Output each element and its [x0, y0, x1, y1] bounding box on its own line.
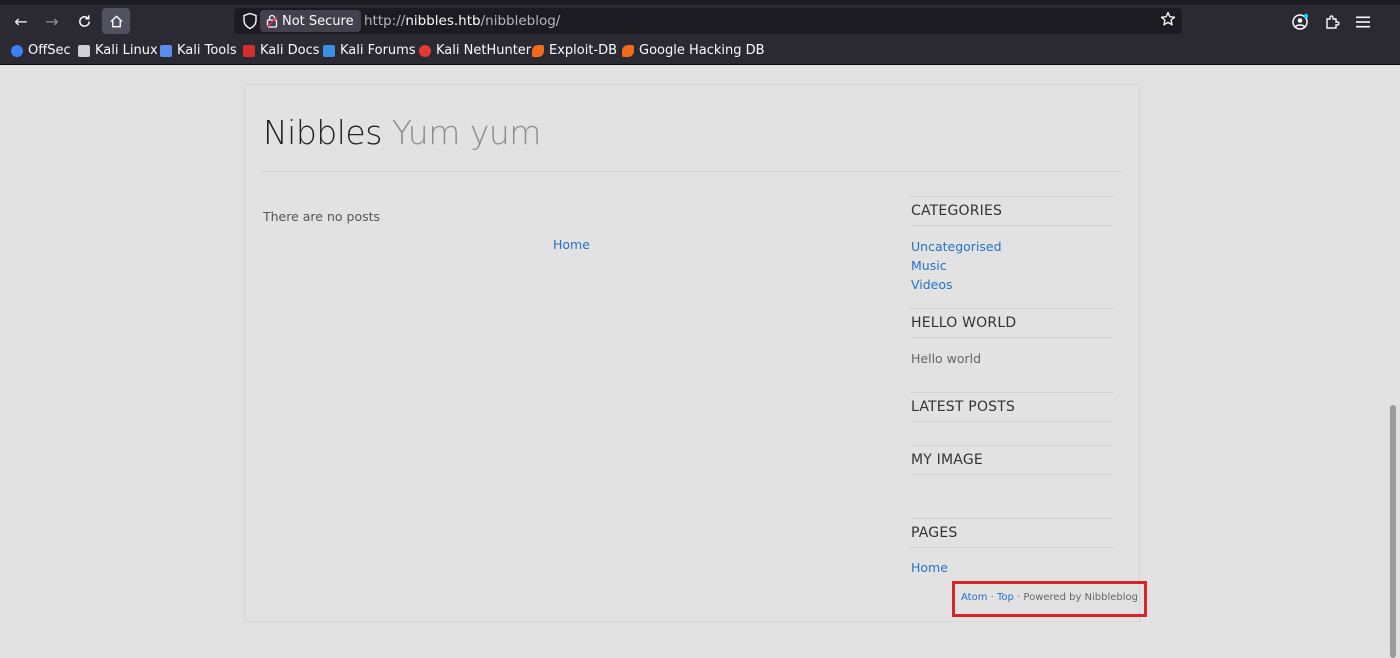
kali-forums-icon: [323, 44, 335, 57]
sidebar-pages: PAGES Home: [911, 518, 1113, 577]
url-scheme: http://: [364, 13, 406, 29]
sidebar-hello-world: HELLO WORLD Hello world: [911, 308, 1113, 366]
sidebar-my-image: MY IMAGE: [911, 445, 1113, 475]
reload-button[interactable]: [70, 8, 98, 34]
bookmark-label: Google Hacking DB: [639, 43, 765, 58]
browser-toolbar: ← → Not Secure http://nibbles.htb/nibble…: [0, 5, 1400, 37]
latest-posts-heading: LATEST POSTS: [911, 399, 1016, 415]
bookmark-kali-linux[interactable]: Kali Linux: [78, 43, 158, 58]
kali-dragon-icon: [78, 44, 90, 57]
home-icon: [109, 14, 123, 27]
account-icon: [1292, 13, 1309, 30]
pages-heading: PAGES: [911, 525, 958, 541]
sidebar-divider: [911, 308, 1113, 309]
offsec-icon: [11, 44, 23, 57]
kali-nethunter-icon: [419, 44, 431, 57]
puzzle-piece-icon: [1326, 15, 1340, 29]
home-link[interactable]: Home: [553, 237, 590, 252]
kali-tools-icon: [160, 44, 172, 57]
bookmark-star-button[interactable]: [1160, 11, 1176, 31]
not-secure-indicator[interactable]: Not Secure: [260, 10, 361, 32]
site-title: Nibbles Yum yum: [263, 113, 541, 152]
arrow-right-icon: →: [45, 11, 59, 31]
hamburger-menu-icon: [1356, 16, 1370, 28]
page-link-home[interactable]: Home: [911, 558, 1113, 577]
site-slogan: Yum yum: [391, 113, 542, 152]
menu-button[interactable]: [1353, 12, 1373, 32]
kali-docs-icon: [243, 44, 255, 57]
tracking-protection-shield-icon[interactable]: [242, 12, 258, 30]
category-link-music[interactable]: Music: [911, 256, 1113, 275]
sidebar-categories: CATEGORIES Uncategorised Music Videos: [911, 196, 1113, 294]
bookmark-kali-tools[interactable]: Kali Tools: [160, 43, 237, 58]
bookmark-exploit-db[interactable]: Exploit-DB: [532, 43, 617, 58]
sidebar-divider: [911, 337, 1113, 338]
sidebar-divider: [911, 196, 1113, 197]
site-name: Nibbles: [263, 113, 382, 152]
reload-icon: [78, 14, 90, 27]
bookmark-kali-forums[interactable]: Kali Forums: [323, 43, 416, 58]
bookmark-label: Exploit-DB: [549, 43, 618, 58]
back-button[interactable]: ←: [7, 8, 35, 34]
page-scrollbar-thumb[interactable]: [1390, 405, 1396, 658]
bookmark-kali-nethunter[interactable]: Kali NetHunter: [419, 43, 531, 58]
url-bar[interactable]: Not Secure http://nibbles.htb/nibbleblog…: [234, 8, 1182, 34]
header-divider: [263, 171, 1121, 172]
sidebar-divider: [911, 225, 1113, 226]
sidebar-divider: [911, 392, 1113, 393]
no-posts-message: There are no posts: [263, 209, 381, 224]
url-host: nibbles.htb: [405, 13, 481, 29]
url-path: /nibbleblog/: [480, 13, 561, 29]
google-hacking-db-icon: [622, 44, 634, 57]
blog-container: Nibbles Yum yum There are no posts Home …: [244, 84, 1140, 622]
sidebar-divider: [911, 547, 1113, 548]
bookmark-label: Kali Tools: [177, 43, 237, 58]
bookmark-kali-docs[interactable]: Kali Docs: [243, 43, 320, 58]
extensions-button[interactable]: [1322, 12, 1342, 32]
category-link-videos[interactable]: Videos: [911, 275, 1113, 294]
bookmarks-toolbar: OffSec Kali Linux Kali Tools Kali Docs K…: [0, 37, 1400, 65]
categories-heading: CATEGORIES: [911, 203, 1003, 219]
bookmark-offsec[interactable]: OffSec: [11, 43, 71, 58]
bookmark-label: OffSec: [28, 43, 71, 58]
sidebar-divider: [911, 445, 1113, 446]
sidebar-divider: [911, 474, 1113, 475]
home-button[interactable]: [102, 8, 130, 34]
bookmark-label: Kali Forums: [340, 43, 416, 58]
sidebar-divider: [911, 421, 1113, 422]
star-icon: [1160, 11, 1176, 26]
highlight-annotation-box: [952, 581, 1147, 617]
bookmark-label: Kali Linux: [95, 43, 158, 58]
url-text[interactable]: http://nibbles.htb/nibbleblog/: [364, 13, 560, 29]
bookmark-label: Kali NetHunter: [436, 43, 532, 58]
sidebar-latest-posts: LATEST POSTS: [911, 392, 1113, 422]
category-link-uncategorised[interactable]: Uncategorised: [911, 237, 1113, 256]
my-image-heading: MY IMAGE: [911, 452, 983, 468]
arrow-left-icon: ←: [14, 11, 28, 31]
bookmark-label: Kali Docs: [260, 43, 320, 58]
exploit-db-icon: [532, 44, 544, 57]
broken-lock-icon: [266, 14, 278, 28]
hello-world-heading: HELLO WORLD: [911, 315, 1017, 331]
hello-world-text: Hello world: [911, 351, 982, 366]
forward-button[interactable]: →: [38, 8, 66, 34]
sidebar-divider: [911, 518, 1113, 519]
bookmark-google-hacking-db[interactable]: Google Hacking DB: [622, 43, 765, 58]
not-secure-label: Not Secure: [282, 13, 354, 29]
account-button[interactable]: [1290, 12, 1310, 32]
